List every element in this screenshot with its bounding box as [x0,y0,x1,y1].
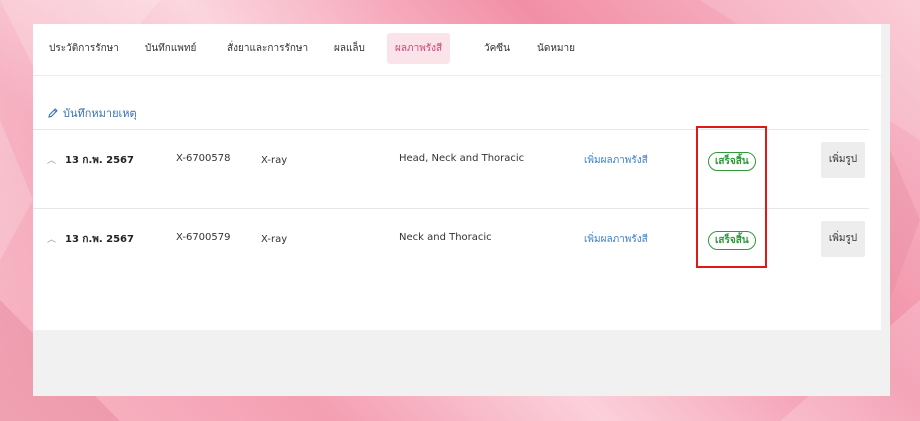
add-image-button[interactable]: เพิ่มรูป [821,142,865,178]
add-result-link[interactable]: เพิ่มผลภาพรังสี [584,232,648,247]
chevron-up-icon[interactable]: ︿ [47,153,56,166]
tab-vaccine[interactable]: วัคซีน [476,33,518,64]
highlight-box [696,126,767,268]
row-body-part: Head, Neck and Thoracic [399,153,525,164]
tab-radiology[interactable]: ผลภาพรังสี [387,33,451,64]
add-image-button[interactable]: เพิ่มรูป [821,221,865,257]
add-note-label: บันทึกหมายเหตุ [63,107,137,120]
add-result-link[interactable]: เพิ่มผลภาพรังสี [584,153,648,168]
row-body-part: Neck and Thoracic [399,232,492,243]
row-date: 13 ก.พ. 2567 [65,234,134,245]
tab-lab-results[interactable]: ผลแล็บ [326,33,373,64]
row-modality: X-ray [261,155,288,166]
tab-doctor-notes[interactable]: บันทึกแพทย์ [137,33,204,64]
row-modality: X-ray [261,234,288,245]
tab-history[interactable]: ประวัติการรักษา [41,33,127,64]
pencil-icon [48,108,58,118]
tab-appointments[interactable]: นัดหมาย [529,33,583,64]
tab-bar: ประวัติการรักษา บันทึกแพทย์ สั่งยาและการ… [33,24,881,76]
tab-orders[interactable]: สั่งยาและการรักษา [219,33,316,64]
chevron-up-icon[interactable]: ︿ [47,232,56,245]
row-accession: X-6700579 [176,232,231,243]
add-note-link[interactable]: บันทึกหมายเหตุ [47,104,137,122]
row-accession: X-6700578 [176,153,231,164]
row-date: 13 ก.พ. 2567 [65,155,134,166]
